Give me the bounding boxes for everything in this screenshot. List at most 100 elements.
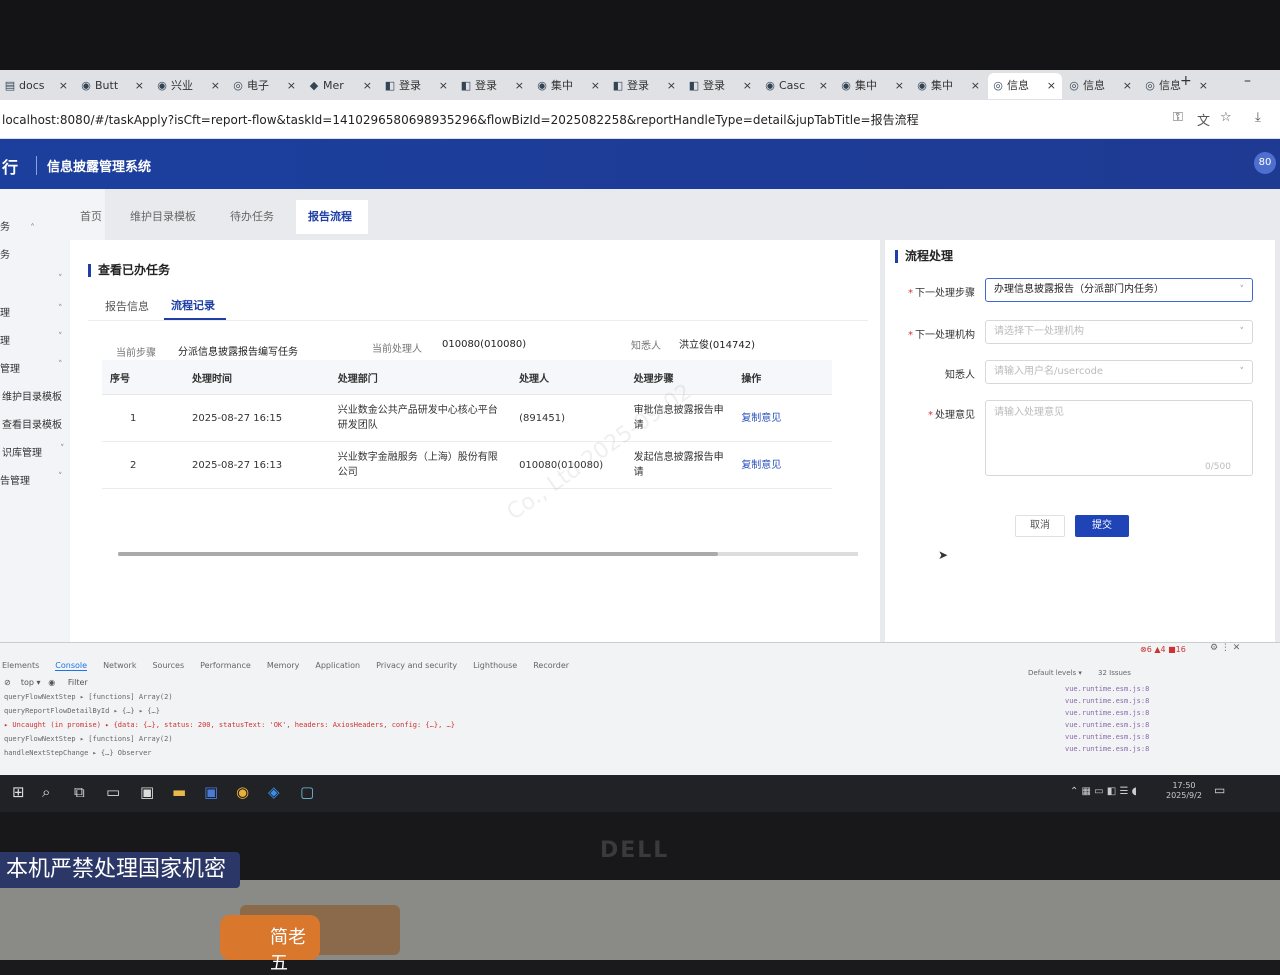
close-tab-icon[interactable]: × bbox=[591, 73, 600, 99]
search-icon[interactable]: ⌕ bbox=[42, 783, 50, 801]
clear-console-icon[interactable]: ⊘ bbox=[4, 678, 11, 687]
browser-tab[interactable]: ◧ 登录 × bbox=[456, 73, 530, 99]
app-icon[interactable]: ▣ bbox=[140, 783, 154, 801]
taskbar-clock[interactable]: 17:50 2025/9/2 bbox=[1166, 781, 1202, 801]
app-icon[interactable]: ▢ bbox=[300, 783, 314, 801]
devtools-tab[interactable]: Performance bbox=[200, 661, 251, 670]
devtools-tab[interactable]: Application bbox=[315, 661, 360, 670]
close-tab-icon[interactable]: × bbox=[211, 73, 220, 99]
subtab-flow-records[interactable]: 流程记录 bbox=[171, 297, 215, 313]
console-log-line[interactable]: queryFlowNextStep ▸ [functions] Array(2) bbox=[4, 735, 173, 743]
console-source-link[interactable]: vue.runtime.esm.js:8 bbox=[1065, 721, 1149, 729]
sidebar-item[interactable]: 务 bbox=[0, 218, 10, 233]
close-tab-icon[interactable]: × bbox=[895, 73, 904, 99]
page-tab[interactable]: 维护目录模板× bbox=[118, 200, 218, 257]
translate-icon[interactable]: 文 bbox=[1197, 110, 1210, 129]
console-log-line[interactable]: ▸ Uncaught (in promise) ▸ {data: {…}, st… bbox=[4, 721, 455, 729]
devtools-tab[interactable]: Privacy and security bbox=[376, 661, 457, 670]
browser-tab[interactable]: ◆ Mer × bbox=[304, 73, 378, 99]
sidebar-item[interactable]: 务 bbox=[0, 246, 10, 261]
task-view-icon[interactable]: ⧉ bbox=[74, 783, 85, 801]
vscode-icon[interactable]: ◈ bbox=[268, 783, 280, 801]
notification-icon[interactable]: ▭ bbox=[1214, 783, 1225, 797]
next-org-select[interactable]: 请选择下一处理机构 ˅ bbox=[985, 320, 1253, 344]
download-icon[interactable]: ⤓ bbox=[1255, 110, 1261, 125]
close-tab-icon[interactable]: × bbox=[59, 73, 68, 99]
console-source-link[interactable]: vue.runtime.esm.js:8 bbox=[1065, 685, 1149, 693]
console-source-link[interactable]: vue.runtime.esm.js:8 bbox=[1065, 733, 1149, 741]
url-input[interactable]: localhost:8080/#/taskApply?isCft=report-… bbox=[2, 111, 919, 128]
devtools-tab[interactable]: Lighthouse bbox=[473, 661, 517, 670]
copy-opinion-link[interactable]: 复制意见 bbox=[733, 441, 832, 489]
browser-tab[interactable]: ◎ 信息 × bbox=[1140, 73, 1214, 99]
close-tab-icon[interactable]: × bbox=[819, 73, 828, 99]
user-avatar[interactable]: 80 bbox=[1254, 152, 1276, 174]
app-icon[interactable]: ▣ bbox=[204, 783, 218, 801]
browser-tab[interactable]: ◉ Butt × bbox=[76, 73, 150, 99]
sidebar-item[interactable]: 管理 ˄ bbox=[0, 360, 63, 375]
notify-person-select[interactable]: 请输入用户名/usercode ˅ bbox=[985, 360, 1253, 384]
close-tab-icon[interactable]: × bbox=[971, 73, 980, 99]
browser-tab[interactable]: ◎ 信息 × bbox=[1064, 73, 1138, 99]
browser-tab[interactable]: ◧ 登录 × bbox=[684, 73, 758, 99]
close-tab-icon[interactable]: × bbox=[363, 73, 372, 99]
devtools-tab[interactable]: Sources bbox=[152, 661, 184, 670]
file-explorer-icon[interactable]: ▬ bbox=[172, 783, 186, 801]
devtools-error-counter[interactable]: ⊗6 ▲4 ■16 bbox=[1140, 645, 1186, 654]
sidebar-item[interactable]: 识库管理 ˅ bbox=[2, 444, 65, 459]
console-source-link[interactable]: vue.runtime.esm.js:8 bbox=[1065, 709, 1149, 717]
browser-tab[interactable]: ◎ 信息 × bbox=[988, 73, 1062, 99]
sidebar-item[interactable]: 理 ˄ bbox=[0, 304, 63, 319]
browser-tab[interactable]: ◉ 集中 × bbox=[836, 73, 910, 99]
key-icon[interactable]: ⚿ bbox=[1173, 110, 1183, 125]
system-tray[interactable]: ⌃ ▦ ▭ ◧ ☰ ◖ bbox=[1070, 786, 1137, 797]
sidebar-item[interactable]: 维护目录模板 bbox=[2, 388, 62, 403]
console-log-line[interactable]: queryFlowNextStep ▸ [functions] Array(2) bbox=[4, 693, 173, 701]
console-source-link[interactable]: vue.runtime.esm.js:8 bbox=[1065, 745, 1149, 753]
devtools-tab[interactable]: Memory bbox=[267, 661, 300, 670]
collapse-chevron-icon[interactable]: ˄ bbox=[30, 223, 35, 234]
sidebar-item[interactable]: 告管理 ˅ bbox=[0, 472, 63, 487]
chrome-icon[interactable]: ◉ bbox=[236, 783, 249, 801]
windows-start-icon[interactable]: ⊞ bbox=[12, 783, 25, 801]
filter-input[interactable]: Filter bbox=[68, 678, 88, 687]
page-tab[interactable]: 报告流程× bbox=[296, 200, 368, 257]
close-tab-icon[interactable]: × bbox=[1047, 73, 1056, 99]
close-tab-icon[interactable]: × bbox=[135, 73, 144, 99]
table-scrollbar-thumb[interactable] bbox=[118, 552, 718, 556]
console-log-line[interactable]: queryReportFlowDetailById ▸ {…} ▸ {…} bbox=[4, 707, 160, 715]
console-source-link[interactable]: vue.runtime.esm.js:8 bbox=[1065, 697, 1149, 705]
browser-tab[interactable]: ▤ docs × bbox=[0, 73, 74, 99]
sidebar-item[interactable]: 理 ˅ bbox=[0, 332, 63, 347]
browser-tab[interactable]: ◉ 兴业 × bbox=[152, 73, 226, 99]
close-tab-icon[interactable]: × bbox=[439, 73, 448, 99]
sidebar-item[interactable]: 查看目录模板 bbox=[2, 416, 62, 431]
close-tab-icon[interactable]: × bbox=[287, 73, 296, 99]
devtools-tab[interactable]: Network bbox=[103, 661, 136, 670]
close-tab-icon[interactable]: × bbox=[1123, 73, 1132, 99]
subtab-report-info[interactable]: 报告信息 bbox=[105, 298, 149, 314]
issues-counter[interactable]: 32 Issues bbox=[1098, 669, 1131, 677]
browser-tab[interactable]: ◉ 集中 × bbox=[912, 73, 986, 99]
new-tab-button[interactable]: + bbox=[1180, 73, 1192, 89]
next-step-select[interactable]: 办理信息披露报告（分派部门内任务） ˅ bbox=[985, 278, 1253, 302]
devtools-settings-icon[interactable]: ⚙ ⋮ ✕ bbox=[1210, 643, 1240, 653]
submit-button[interactable]: 提交 bbox=[1075, 515, 1129, 537]
context-select[interactable]: top ▾ bbox=[21, 678, 41, 687]
close-tab-icon[interactable]: × bbox=[667, 73, 676, 99]
log-level-select[interactable]: Default levels ▾ bbox=[1028, 669, 1082, 677]
terminal-app-icon[interactable]: ▭ bbox=[106, 783, 120, 801]
minimize-button[interactable]: – bbox=[1244, 73, 1251, 89]
eye-icon[interactable]: ◉ bbox=[48, 678, 55, 687]
browser-tab[interactable]: ◎ 电子 × bbox=[228, 73, 302, 99]
close-tab-icon[interactable]: × bbox=[1199, 73, 1208, 99]
browser-tab[interactable]: ◉ 集中 × bbox=[532, 73, 606, 99]
console-log-line[interactable]: handleNextStepChange ▸ {…} Observer bbox=[4, 749, 152, 757]
devtools-tab[interactable]: Console bbox=[55, 661, 88, 671]
cancel-button[interactable]: 取消 bbox=[1015, 515, 1065, 537]
browser-tab[interactable]: ◧ 登录 × bbox=[380, 73, 454, 99]
close-tab-icon[interactable]: × bbox=[515, 73, 524, 99]
copy-opinion-link[interactable]: 复制意见 bbox=[733, 394, 832, 442]
page-tab[interactable]: 待办任务× bbox=[218, 200, 296, 257]
close-tab-icon[interactable]: × bbox=[743, 73, 752, 99]
